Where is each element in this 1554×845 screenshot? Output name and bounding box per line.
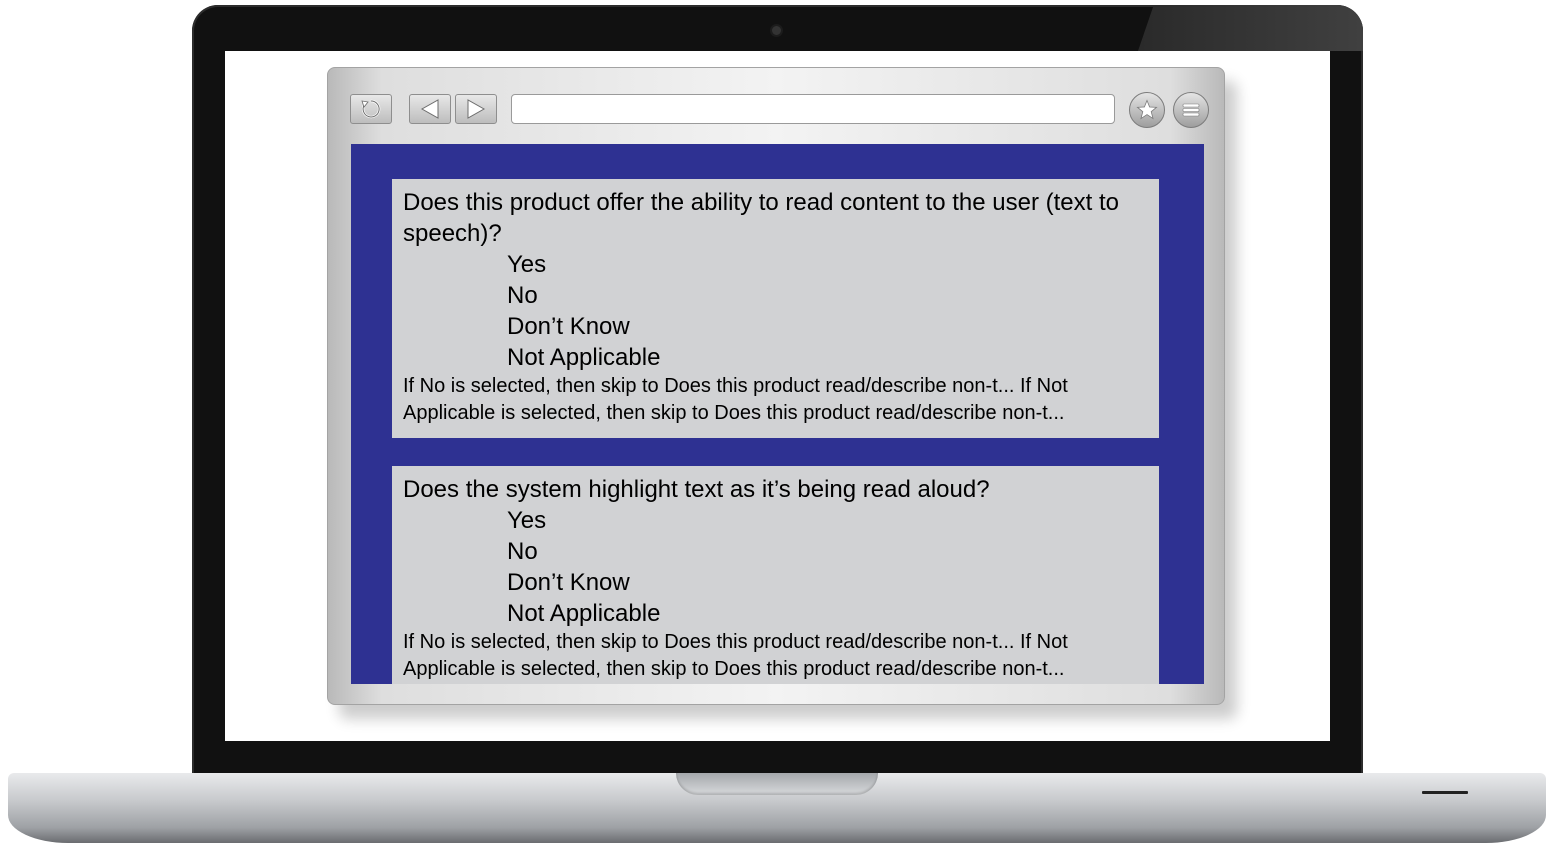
answer-options: Yes No Don’t Know Not Applicable — [403, 505, 1148, 629]
option-dont-know[interactable]: Don’t Know — [507, 567, 1148, 598]
option-no[interactable]: No — [507, 536, 1148, 567]
star-icon — [1136, 99, 1158, 120]
browser-viewport: Does this product offer the ability to r… — [351, 144, 1204, 684]
laptop-base — [8, 773, 1546, 843]
option-dont-know[interactable]: Don’t Know — [507, 311, 1148, 342]
address-bar[interactable] — [511, 94, 1115, 124]
option-no[interactable]: No — [507, 280, 1148, 311]
browser-toolbar — [328, 68, 1224, 144]
option-yes[interactable]: Yes — [507, 505, 1148, 536]
bezel-glare — [1138, 5, 1363, 51]
reload-button[interactable] — [350, 94, 392, 124]
question-card: Does this product offer the ability to r… — [392, 179, 1159, 438]
power-indicator — [1422, 791, 1468, 794]
bookmark-button[interactable] — [1129, 92, 1165, 128]
forward-button[interactable] — [455, 94, 497, 124]
question-text: Does this product offer the ability to r… — [403, 189, 1119, 247]
laptop-screen: Does this product offer the ability to r… — [225, 51, 1330, 741]
skip-logic-note: If No is selected, then skip to Does thi… — [403, 631, 1068, 680]
laptop-hinge — [676, 773, 878, 795]
menu-icon — [1182, 103, 1200, 117]
browser-window: Does this product offer the ability to r… — [327, 67, 1225, 705]
back-arrow-icon — [420, 99, 439, 119]
option-not-applicable[interactable]: Not Applicable — [507, 342, 1148, 373]
question-card: Does the system highlight text as it’s b… — [392, 466, 1159, 684]
question-text: Does the system highlight text as it’s b… — [403, 476, 990, 503]
answer-options: Yes No Don’t Know Not Applicable — [403, 249, 1148, 373]
back-button[interactable] — [409, 94, 451, 124]
skip-logic-note: If No is selected, then skip to Does thi… — [403, 375, 1068, 424]
option-not-applicable[interactable]: Not Applicable — [507, 598, 1148, 629]
reload-icon — [361, 99, 381, 119]
menu-button[interactable] — [1173, 92, 1209, 128]
option-yes[interactable]: Yes — [507, 249, 1148, 280]
forward-arrow-icon — [467, 99, 486, 119]
camera-icon — [772, 26, 781, 35]
